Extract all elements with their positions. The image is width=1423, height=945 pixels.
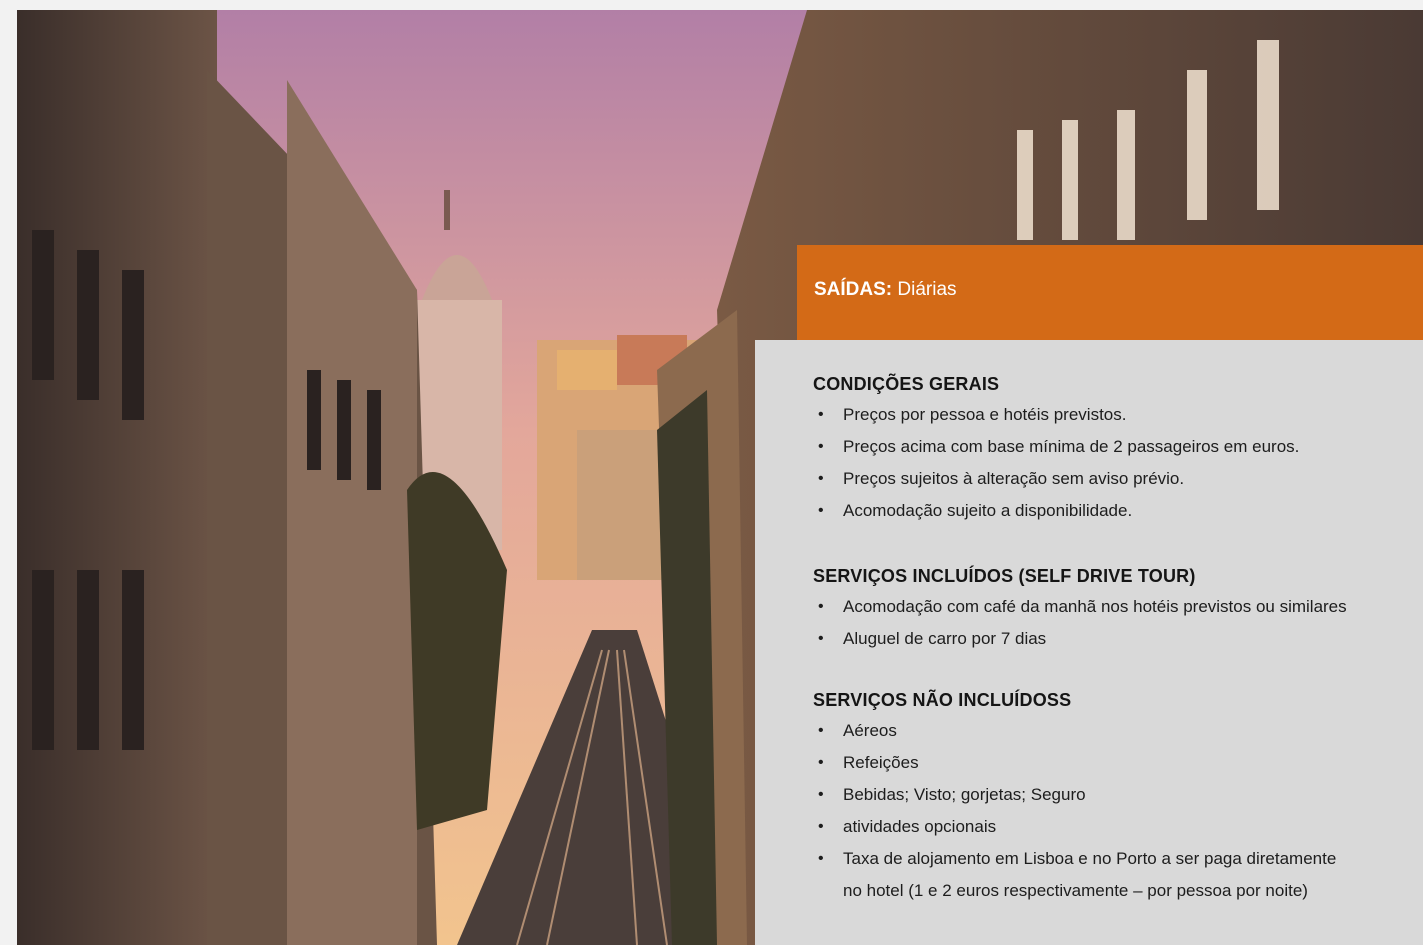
bullet-icon: • xyxy=(818,786,824,803)
not-included-services-list: • Aéreos • Refeições • Bebidas; Visto; gorj… xyxy=(813,715,1413,907)
bullet-icon: • xyxy=(818,598,824,615)
departures-value: Diárias xyxy=(897,279,957,300)
departures-banner: SAÍDAS: Diárias xyxy=(797,245,1423,340)
bullet-icon: • xyxy=(818,470,824,487)
departures-label: SAÍDAS: xyxy=(814,279,893,300)
list-item: • Preços acima com base mínima de 2 passa… xyxy=(813,431,1413,463)
list-item-continuation: no hotel (1 e 2 euros respectivamente – … xyxy=(843,881,1308,900)
included-services-title: SERVIÇOS INCLUÍDOS (SELF DRIVE TOUR) xyxy=(813,566,1196,586)
list-item: • Acomodação com café da manhã nos hotéis… xyxy=(813,591,1413,623)
list-item: • Aluguel de carro por 7 dias xyxy=(813,623,1413,655)
list-item: • Acomodação sujeito a disponibilidade. xyxy=(813,495,1413,527)
list-item: • Taxa de alojamento em Lisboa e no Porto… xyxy=(813,843,1413,875)
general-conditions-title: CONDIÇÕES GERAIS xyxy=(813,374,1000,394)
included-services-section: SERVIÇOS INCLUÍDOS (SELF DRIVE TOUR) • Ac… xyxy=(813,566,1413,655)
not-included-services-section: SERVIÇOS NÃO INCLUÍDOSS • Aéreos • Refeiçõ… xyxy=(813,690,1413,907)
included-services-list: • Acomodação com café da manhã nos hotéis… xyxy=(813,591,1413,655)
not-included-services-title: SERVIÇOS NÃO INCLUÍDOSS xyxy=(813,690,1072,710)
bullet-icon: • xyxy=(818,406,824,423)
general-conditions-list: • Preços por pessoa e hotéis previstos. •… xyxy=(813,399,1413,527)
bullet-icon: • xyxy=(818,850,824,867)
list-item: • Refeições xyxy=(813,747,1413,779)
bullet-icon: • xyxy=(818,438,824,455)
bullet-icon: • xyxy=(818,630,824,647)
list-item: • Preços por pessoa e hotéis previstos. xyxy=(813,399,1413,431)
list-item: • Preços sujeitos à alteração sem aviso p… xyxy=(813,463,1413,495)
list-item: • Aéreos xyxy=(813,715,1413,747)
general-conditions-section: CONDIÇÕES GERAIS • Preços por pessoa e ho… xyxy=(813,374,1413,527)
bullet-icon: • xyxy=(818,818,824,835)
departures-text: SAÍDAS: Diárias xyxy=(814,279,957,301)
conditions-panel: CONDIÇÕES GERAIS • Preços por pessoa e ho… xyxy=(755,340,1423,945)
bullet-icon: • xyxy=(818,502,824,519)
list-item: • atividades opcionais xyxy=(813,811,1413,843)
list-item: • Bebidas; Visto; gorjetas; Seguro xyxy=(813,779,1413,811)
bullet-icon: • xyxy=(818,754,824,771)
bullet-icon: • xyxy=(818,722,824,739)
